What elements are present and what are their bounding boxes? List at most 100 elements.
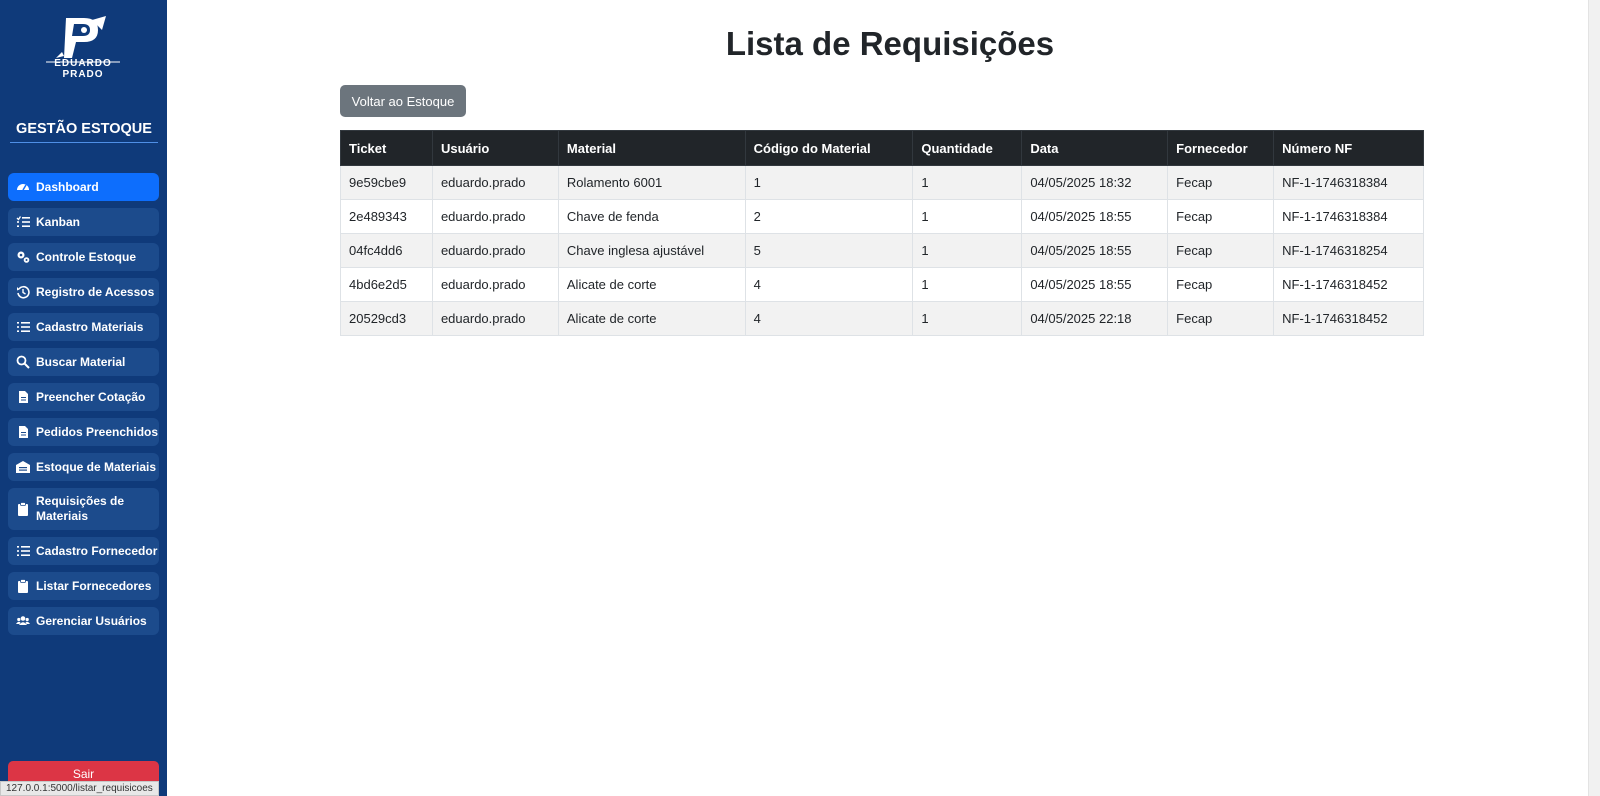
sidebar-item-registro-acessos[interactable]: Registro de Acessos	[8, 278, 159, 306]
table-cell: 04/05/2025 18:55	[1021, 199, 1169, 234]
table-cell: eduardo.prado	[431, 199, 559, 234]
clipboard-icon	[18, 579, 28, 593]
table-cell: eduardo.prado	[431, 301, 559, 336]
sidebar-item-label: Preencher Cotação	[36, 389, 146, 404]
column-header: Data	[1021, 130, 1169, 166]
sidebar-item-dashboard[interactable]: Dashboard	[8, 173, 159, 201]
table-row: 2e489343 eduardo.prado Chave de fenda 2 …	[340, 199, 1424, 234]
table-cell: NF-1-1746318254	[1273, 233, 1424, 268]
column-header: Ticket	[340, 130, 433, 166]
table-cell: Fecap	[1167, 165, 1275, 200]
company-logo[interactable]: EDUARDO PRADO	[40, 14, 126, 82]
table-cell: Fecap	[1167, 233, 1275, 268]
table-cell: NF-1-1746318384	[1273, 165, 1424, 200]
sidebar-item-controle-estoque[interactable]: Controle Estoque	[8, 243, 159, 271]
table-cell: 1	[744, 165, 914, 200]
sidebar-item-gerenciar-usuarios[interactable]: Gerenciar Usuários	[8, 607, 159, 635]
users-icon	[16, 616, 30, 625]
table-cell: 4bd6e2d5	[340, 267, 433, 302]
table-cell: eduardo.prado	[431, 233, 559, 268]
table-header-row: Ticket Usuário Material Código do Materi…	[340, 130, 1424, 166]
warehouse-icon	[16, 461, 30, 473]
table-cell: Fecap	[1167, 301, 1275, 336]
list-icon	[17, 546, 30, 556]
search-icon	[16, 355, 30, 369]
sidebar-item-requisicoes-materiais[interactable]: Requisições de Materiais	[8, 488, 159, 530]
table-cell: Alicate de corte	[557, 267, 746, 302]
gears-icon	[17, 251, 30, 263]
history-icon	[17, 285, 30, 299]
sidebar-item-buscar-material[interactable]: Buscar Material	[8, 348, 159, 376]
sidebar-item-cadastro-materiais[interactable]: Cadastro Materiais	[8, 313, 159, 341]
requisitions-table: Ticket Usuário Material Código do Materi…	[340, 130, 1424, 336]
table-cell: NF-1-1746318384	[1273, 199, 1424, 234]
table-cell: NF-1-1746318452	[1273, 301, 1424, 336]
sidebar-item-label: Gerenciar Usuários	[36, 613, 147, 628]
sidebar-item-listar-fornecedores[interactable]: Listar Fornecedores	[8, 572, 159, 600]
sidebar-item-pedidos-preenchidos[interactable]: Pedidos Preenchidos	[8, 418, 159, 446]
table-cell: 5	[744, 233, 914, 268]
table-cell: 4	[744, 301, 914, 336]
column-header: Material	[557, 130, 746, 166]
sidebar-item-preencher-cotacao[interactable]: Preencher Cotação	[8, 383, 159, 411]
column-header: Quantidade	[912, 130, 1023, 166]
logo-text: EDUARDO PRADO	[54, 58, 112, 80]
table-cell: Alicate de corte	[557, 301, 746, 336]
sidebar-item-label: Listar Fornecedores	[36, 578, 152, 593]
table-cell: eduardo.prado	[431, 267, 559, 302]
table-cell: 9e59cbe9	[340, 165, 433, 200]
sidebar-item-label: Pedidos Preenchidos	[36, 424, 159, 439]
back-to-stock-button[interactable]: Voltar ao Estoque	[340, 85, 466, 117]
table-cell: 04/05/2025 18:55	[1021, 267, 1169, 302]
sidebar-item-label: Buscar Material	[36, 354, 126, 369]
sidebar-item-cadastro-fornecedor[interactable]: Cadastro Fornecedor	[8, 537, 159, 565]
table-cell: Rolamento 6001	[557, 165, 746, 200]
table-cell: 04/05/2025 18:32	[1021, 165, 1169, 200]
list-icon	[17, 322, 30, 332]
column-header: Usuário	[431, 130, 559, 166]
table-row: 4bd6e2d5 eduardo.prado Alicate de corte …	[340, 267, 1424, 302]
sidebar-item-label: Registro de Acessos	[36, 284, 155, 299]
sidebar-item-label: Requisições de Materiais	[36, 494, 125, 523]
sidebar-item-label: Estoque de Materiais	[36, 459, 157, 474]
table-cell: 04/05/2025 22:18	[1021, 301, 1169, 336]
table-cell: NF-1-1746318452	[1273, 267, 1424, 302]
table-cell: Chave de fenda	[557, 199, 746, 234]
table-cell: 1	[912, 301, 1023, 336]
table-cell: Fecap	[1167, 199, 1275, 234]
sidebar-item-label: Kanban	[36, 214, 81, 229]
sidebar-item-estoque-materiais[interactable]: Estoque de Materiais	[8, 453, 159, 481]
sidebar: EDUARDO PRADO GESTÃO ESTOQUE Dashboard K…	[0, 0, 167, 796]
table-cell: Fecap	[1167, 267, 1275, 302]
table-cell: 1	[912, 233, 1023, 268]
table-cell: 20529cd3	[340, 301, 433, 336]
column-header: Código do Material	[744, 130, 914, 166]
table-cell: 2e489343	[340, 199, 433, 234]
clipboard-icon	[18, 502, 28, 516]
table-row: 04fc4dd6 eduardo.prado Chave inglesa aju…	[340, 233, 1424, 268]
vertical-scrollbar[interactable]	[1588, 0, 1600, 796]
table-row: 9e59cbe9 eduardo.prado Rolamento 6001 1 …	[340, 165, 1424, 200]
sidebar-item-label: Cadastro Materiais	[36, 319, 144, 334]
table-cell: 2	[744, 199, 914, 234]
table-cell: 1	[912, 165, 1023, 200]
sidebar-item-label: Controle Estoque	[36, 249, 137, 264]
page-title: Lista de Requisições	[725, 25, 1055, 62]
sidebar-item-label: Cadastro Fornecedor	[36, 543, 158, 558]
gauge-icon	[17, 184, 29, 191]
column-header: Número NF	[1273, 130, 1424, 166]
brand-title: GESTÃO ESTOQUE	[10, 121, 158, 143]
table-cell: 4	[744, 267, 914, 302]
table-row: 20529cd3 eduardo.prado Alicate de corte …	[340, 301, 1424, 336]
table-cell: Chave inglesa ajustável	[557, 233, 746, 268]
sidebar-item-label: Dashboard	[36, 179, 99, 194]
table-cell: 04fc4dd6	[340, 233, 433, 268]
table-cell: 1	[912, 267, 1023, 302]
list-check-icon	[16, 216, 30, 227]
status-bar-url: 127.0.0.1:5000/listar_requisicoes	[0, 781, 159, 796]
sidebar-item-kanban[interactable]: Kanban	[8, 208, 159, 236]
table-cell: 1	[912, 199, 1023, 234]
file-icon	[19, 426, 28, 438]
file-icon	[19, 391, 28, 403]
table-cell: 04/05/2025 18:55	[1021, 233, 1169, 268]
